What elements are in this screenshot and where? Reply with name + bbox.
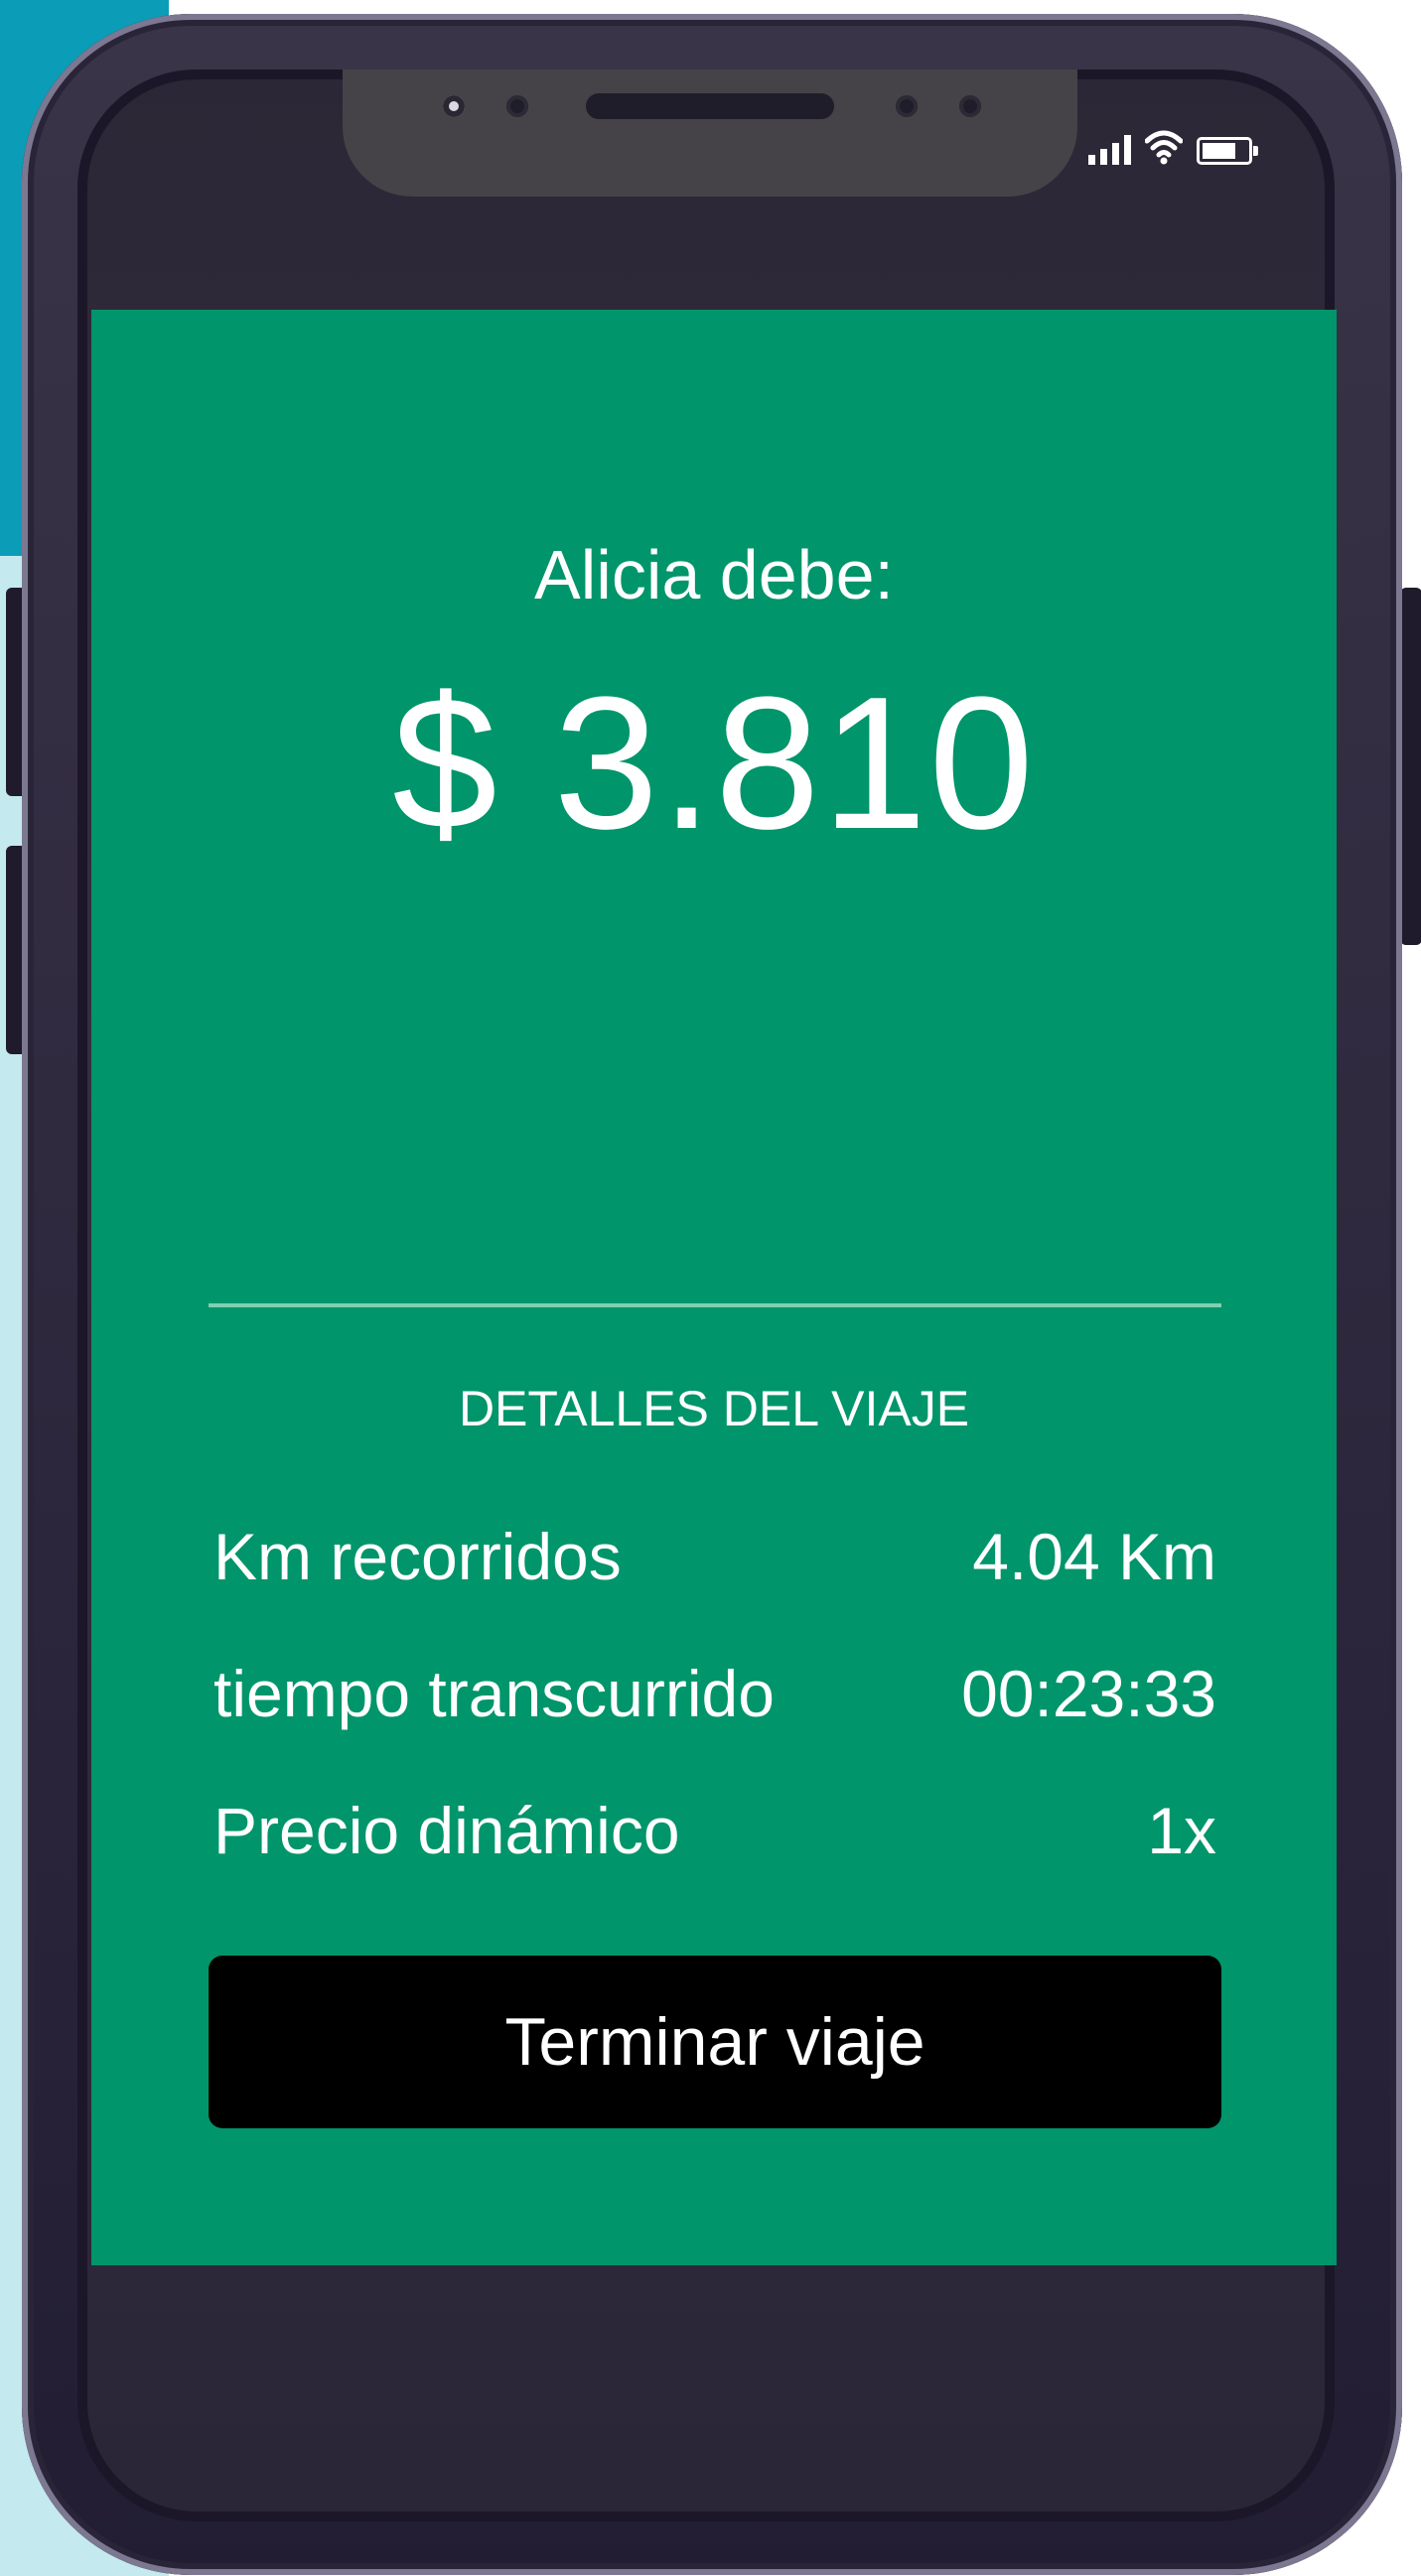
detail-row-elapsed-time: tiempo transcurrido 00:23:33 — [213, 1656, 1216, 1731]
signal-bars-icon — [1088, 133, 1131, 165]
detail-row-dynamic-price: Precio dinámico 1x — [213, 1793, 1216, 1868]
battery-level-fill — [1203, 143, 1235, 159]
end-trip-button[interactable]: Terminar viaje — [209, 1956, 1221, 2128]
detail-value: 4.04 Km — [972, 1520, 1216, 1593]
page: Alicia debe: $ 3.810 DETALLES DEL VIAJE … — [0, 0, 1421, 2576]
trip-details-title: DETALLES DEL VIAJE — [458, 1381, 970, 1436]
earpiece-speaker — [586, 93, 834, 119]
sensor-icon — [506, 95, 528, 117]
sensor-icon — [959, 95, 981, 117]
detail-label: Km recorridos — [213, 1520, 622, 1593]
battery-icon — [1197, 137, 1258, 165]
detail-label: Precio dinámico — [213, 1794, 680, 1867]
sensor-icon — [896, 95, 918, 117]
divider — [209, 1303, 1221, 1307]
amount-due: $ 3.810 — [392, 658, 1036, 869]
payment-screen: Alicia debe: $ 3.810 DETALLES DEL VIAJE … — [91, 310, 1337, 2265]
status-bar — [1088, 117, 1258, 165]
owes-label: Alicia debe: — [534, 536, 894, 613]
phone-notch — [343, 69, 1077, 197]
detail-label: tiempo transcurrido — [213, 1657, 775, 1730]
power-button — [1400, 588, 1421, 945]
wifi-icon — [1145, 130, 1183, 165]
front-camera-icon — [443, 95, 465, 117]
detail-value: 1x — [1147, 1794, 1216, 1867]
detail-value: 00:23:33 — [961, 1657, 1216, 1730]
detail-row-distance: Km recorridos 4.04 Km — [213, 1519, 1216, 1594]
